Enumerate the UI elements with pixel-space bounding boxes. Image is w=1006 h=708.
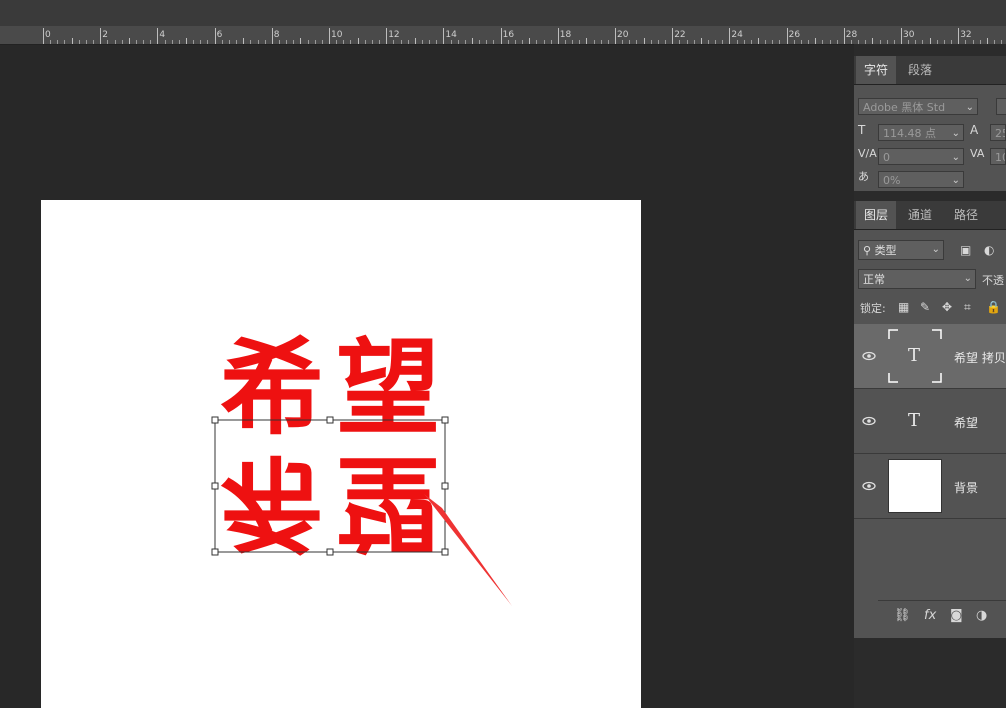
chevron-down-icon: ⌄ bbox=[951, 175, 960, 186]
lock-brush-icon[interactable]: ✎ bbox=[920, 300, 930, 314]
ruler-label: 2 bbox=[102, 30, 108, 40]
eye-icon[interactable] bbox=[862, 414, 876, 428]
layers-panel: ⚲ 类型 ⌄ ▣ ◐ 正常 ⌄ 不透 锁定: ▦ ✎ ✥ ⌗ 🔒 T 希望 拷贝 bbox=[854, 230, 1006, 638]
text-layer-icon: T bbox=[908, 410, 921, 431]
chevron-down-icon: ⌄ bbox=[963, 273, 972, 284]
layer-row-background[interactable]: 背景 bbox=[854, 454, 1006, 519]
ruler-label: 12 bbox=[388, 30, 399, 40]
ruler-label: 28 bbox=[846, 30, 858, 40]
glyph-xi-top: 希 bbox=[220, 327, 325, 449]
leading-field[interactable]: 25 bbox=[990, 124, 1006, 141]
tab-layers[interactable]: 图层 bbox=[856, 201, 896, 229]
tab-paths[interactable]: 路径 bbox=[944, 201, 988, 229]
adjustment-filter-icon[interactable]: ◐ bbox=[984, 243, 994, 257]
link-icon[interactable]: ⛓ bbox=[894, 609, 911, 623]
leading-value: 25 bbox=[995, 127, 1005, 140]
fx-icon[interactable]: fx bbox=[924, 609, 936, 623]
ruler-label: 18 bbox=[560, 30, 572, 40]
image-filter-icon[interactable]: ▣ bbox=[960, 243, 971, 257]
leading-icon: A bbox=[970, 123, 979, 137]
mask-icon[interactable]: ◙ bbox=[950, 609, 963, 623]
character-panel: Adobe 黑体 Std⌄ T 114.48 点⌄ A 25 V/A 0⌄ VA… bbox=[854, 85, 1006, 191]
layers-footer: ⛓ fx ◙ ◑ bbox=[878, 600, 1006, 631]
tracking-value: 10 bbox=[995, 151, 1005, 164]
layer-row-copy[interactable]: T 希望 拷贝 bbox=[854, 324, 1006, 389]
ruler-ticks: 0 2 4 6 8 10 12 14 16 18 20 22 24 26 28 30 32 bbox=[43, 28, 1002, 44]
blend-mode-select[interactable]: 正常 ⌄ bbox=[858, 269, 976, 289]
ruler-label: 6 bbox=[217, 30, 223, 40]
layer-name[interactable]: 希望 bbox=[954, 414, 978, 431]
lock-all-icon[interactable]: 🔒 bbox=[986, 300, 1001, 314]
ruler-label: 32 bbox=[960, 30, 971, 40]
eye-icon[interactable] bbox=[862, 479, 876, 493]
chevron-down-icon: ⌄ bbox=[931, 244, 940, 255]
tab-character[interactable]: 字符 bbox=[856, 56, 896, 84]
font-size-field[interactable]: 114.48 点 ⌄ bbox=[878, 124, 964, 141]
ruler-label: 8 bbox=[274, 30, 280, 40]
tab-channels[interactable]: 通道 bbox=[898, 201, 942, 229]
tracking-icon: VA bbox=[970, 147, 985, 160]
ruler-label: 26 bbox=[789, 30, 801, 40]
kerning-icon: V/A bbox=[858, 147, 877, 160]
lock-artboard-icon[interactable]: ⌗ bbox=[964, 300, 971, 314]
layer-filter-value: 类型 bbox=[874, 244, 897, 257]
blend-mode-value: 正常 bbox=[863, 273, 885, 286]
search-icon: ⚲ bbox=[863, 244, 872, 257]
kerning-value: 0 bbox=[883, 151, 890, 164]
scale-field[interactable]: 0% ⌄ bbox=[878, 171, 964, 188]
font-size-icon: T bbox=[858, 123, 866, 137]
layer-thumbnail bbox=[888, 459, 942, 513]
layer-name[interactable]: 希望 拷贝 bbox=[954, 349, 1006, 366]
ruler-label: 4 bbox=[159, 30, 165, 40]
tracking-field[interactable]: 10 bbox=[990, 148, 1006, 165]
layer-name[interactable]: 背景 bbox=[954, 479, 978, 496]
lock-transparent-icon[interactable]: ▦ bbox=[898, 300, 909, 314]
eye-icon[interactable] bbox=[862, 349, 876, 363]
right-panel-dock: 字符 段落 Adobe 黑体 Std ⌄ T 114.48 点 ⌄ A 25 V/A… bbox=[854, 44, 1006, 708]
ruler-label: 14 bbox=[445, 30, 457, 40]
chevron-down-icon: ⌄ bbox=[965, 102, 974, 113]
layer-thumbnail: T bbox=[888, 394, 942, 448]
scale-value: 0% bbox=[883, 174, 901, 187]
scale-icon: あ bbox=[858, 170, 869, 183]
font-family-value: Adobe 黑体 Std bbox=[863, 101, 946, 114]
kerning-field[interactable]: 0 ⌄ bbox=[878, 148, 964, 165]
ruler-label: 22 bbox=[674, 30, 685, 40]
chevron-down-icon: ⌄ bbox=[951, 128, 960, 139]
layer-thumbnail: T bbox=[888, 329, 942, 383]
adjustment-layer-icon[interactable]: ◑ bbox=[976, 609, 987, 623]
ruler-label: 0 bbox=[45, 30, 51, 40]
font-family-select[interactable]: Adobe 黑体 Std ⌄ bbox=[858, 98, 978, 115]
layers-tabbar: 图层 通道 路径 bbox=[854, 201, 1006, 230]
opacity-label: 不透 bbox=[982, 274, 1004, 287]
lock-label: 锁定: bbox=[860, 302, 886, 315]
glyph-xi-flipped: 希 bbox=[220, 441, 325, 563]
chevron-down-icon: ⌄ bbox=[951, 152, 960, 163]
ruler-label: 10 bbox=[331, 30, 343, 40]
layer-filter-select[interactable]: ⚲ 类型 ⌄ bbox=[858, 240, 944, 260]
font-size-value: 114.48 点 bbox=[883, 127, 936, 140]
glyph-wang-flipped: 望 bbox=[336, 441, 441, 563]
horizontal-ruler[interactable]: 0 2 4 6 8 10 12 14 16 18 20 22 24 26 28 30 32 bbox=[0, 26, 1006, 45]
options-bar bbox=[0, 0, 1006, 26]
character-tabbar: 字符 段落 bbox=[854, 56, 1006, 85]
glyph-wang-top: 望 bbox=[336, 327, 441, 449]
lock-position-icon[interactable]: ✥ bbox=[942, 300, 952, 314]
text-layer-icon: T bbox=[908, 345, 921, 366]
ruler-label: 16 bbox=[503, 30, 515, 40]
font-style-select[interactable] bbox=[996, 98, 1006, 115]
tab-paragraph[interactable]: 段落 bbox=[898, 56, 942, 84]
ruler-label: 24 bbox=[731, 30, 743, 40]
ruler-label: 30 bbox=[903, 30, 915, 40]
ruler-label: 20 bbox=[617, 30, 629, 40]
layer-row-text[interactable]: T 希望 bbox=[854, 389, 1006, 454]
